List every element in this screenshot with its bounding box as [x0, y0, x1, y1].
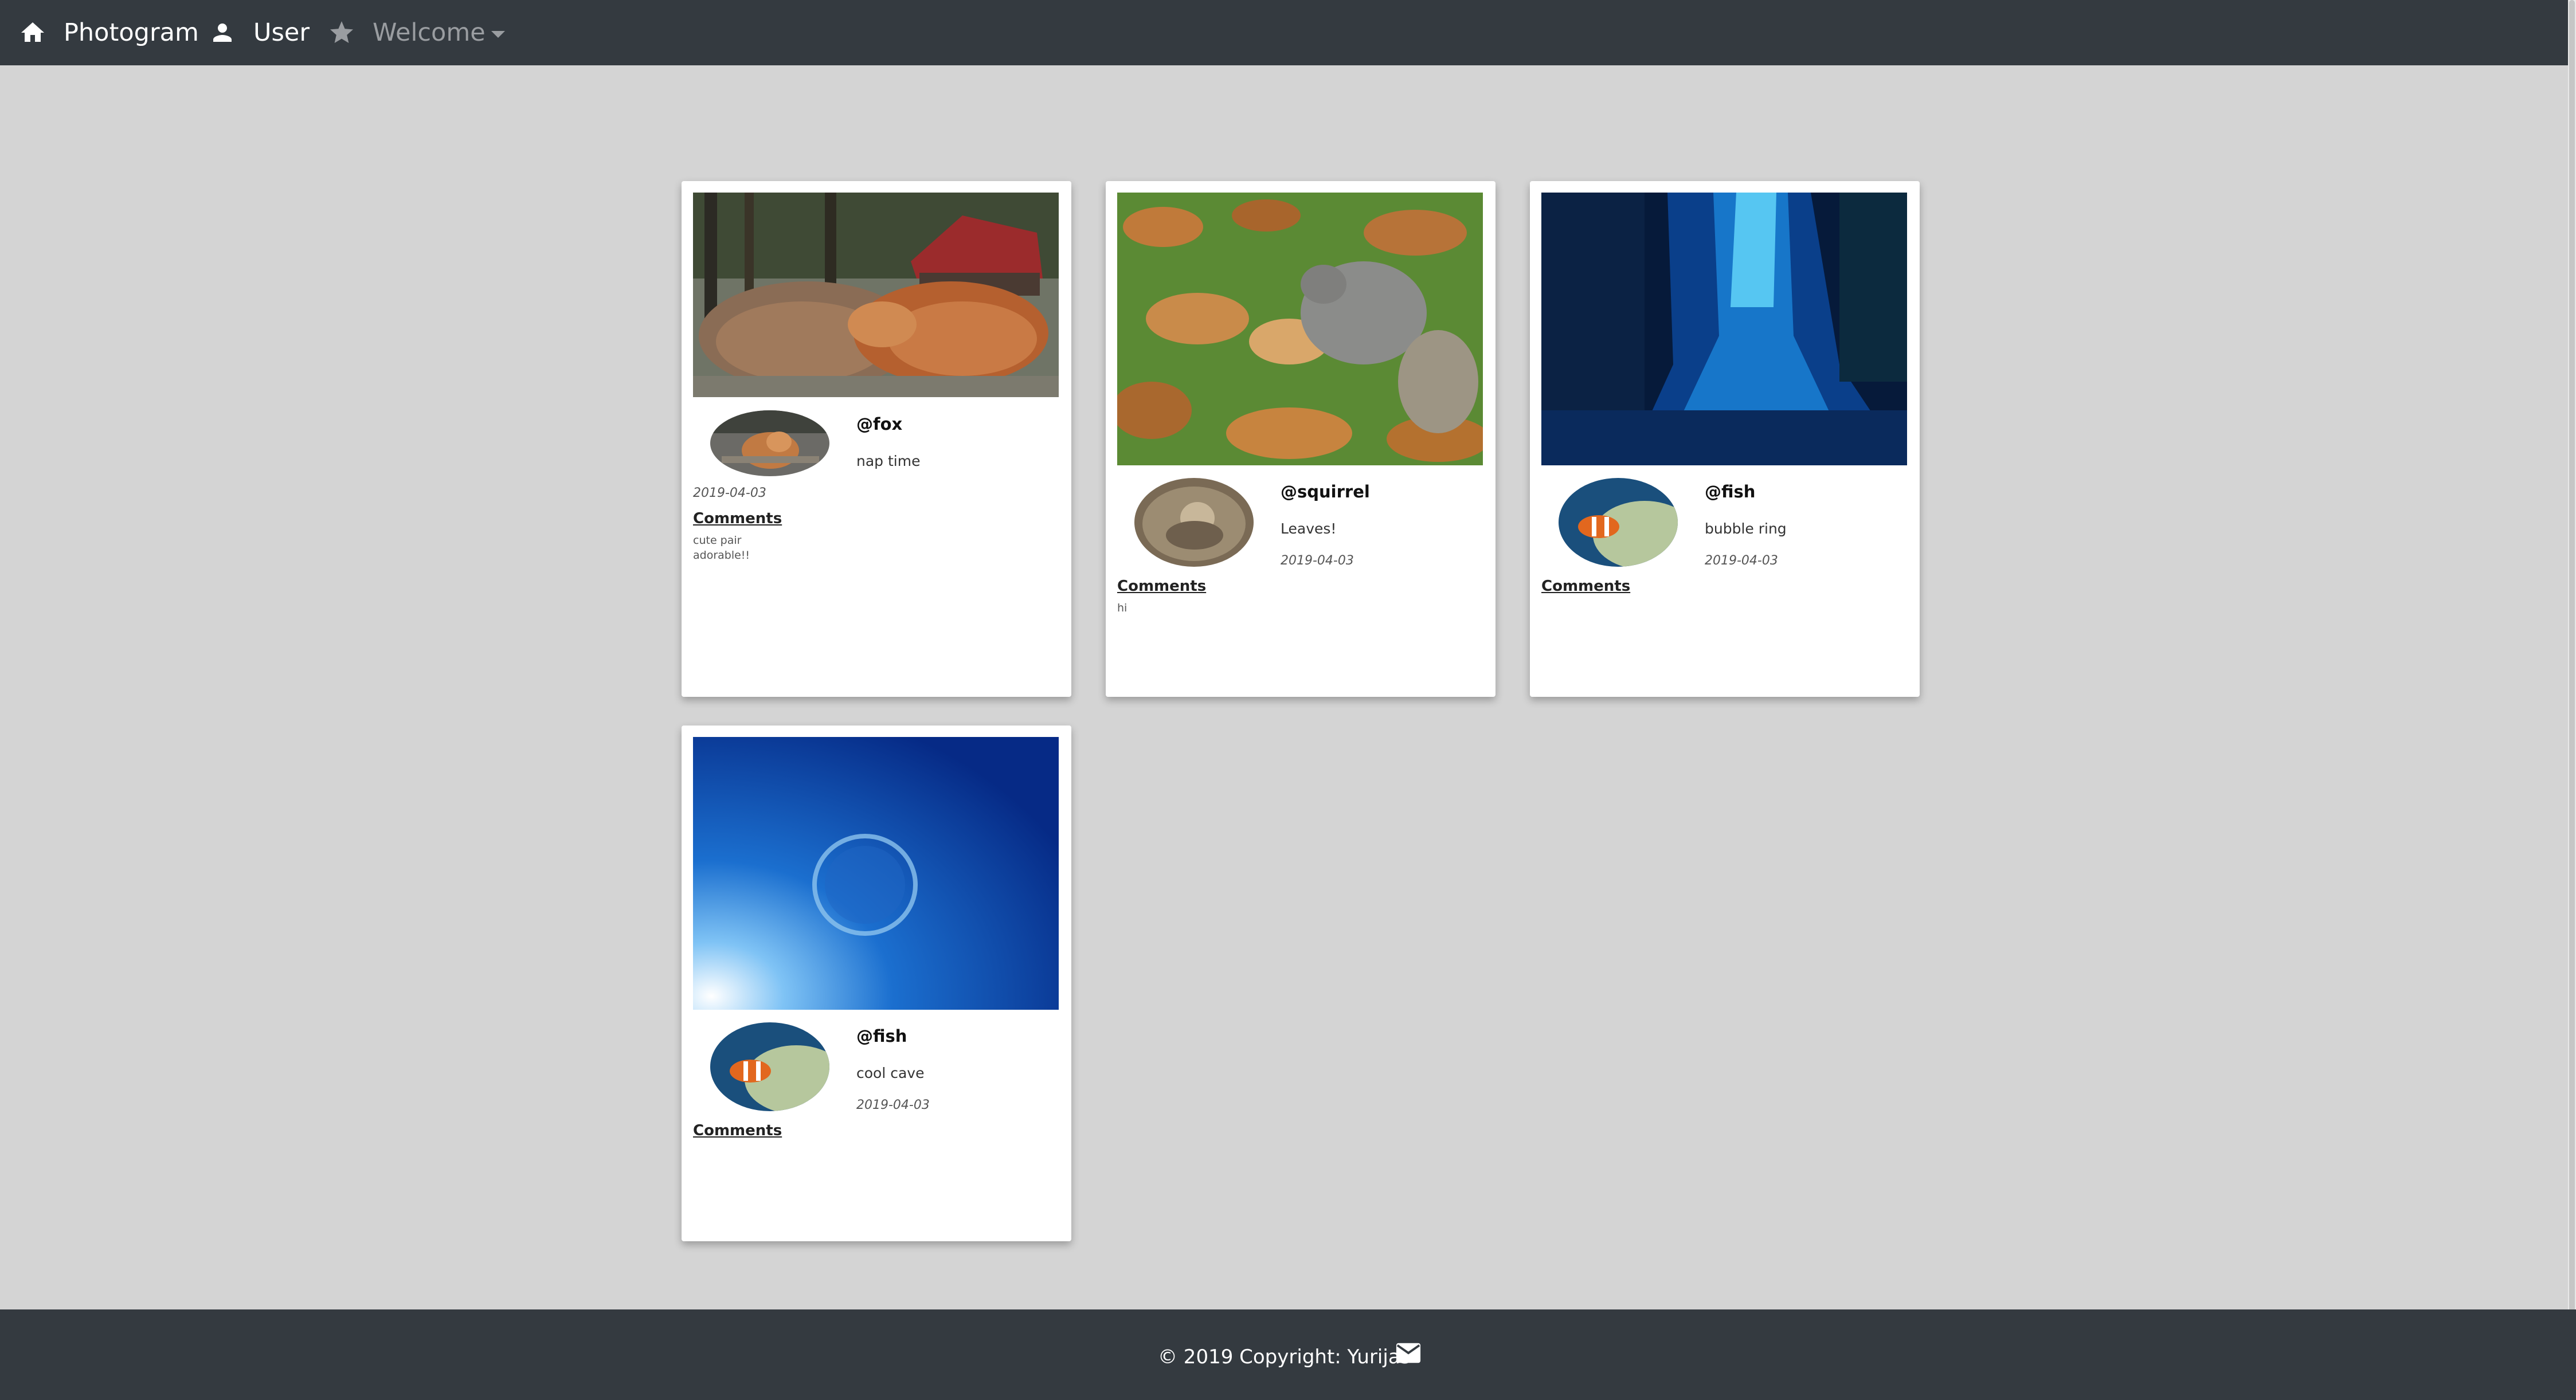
- clownfish-avatar-image: [710, 1022, 829, 1111]
- scrollbar[interactable]: [2568, 0, 2576, 1400]
- comments-link[interactable]: Comments: [693, 510, 782, 527]
- post-card: @squirrel Leaves! 2019-04-03 Comments hi: [1106, 181, 1496, 697]
- squirrel-photo-image: [1117, 193, 1483, 465]
- post-photo-bubble[interactable]: [693, 737, 1059, 1010]
- chevron-down-icon: [491, 31, 505, 38]
- star-icon: [328, 19, 355, 46]
- person-icon: [209, 19, 236, 46]
- avatar[interactable]: [710, 410, 829, 476]
- avatar[interactable]: [1134, 478, 1254, 567]
- post-photo-fox[interactable]: [693, 193, 1059, 397]
- copyright-text: © 2019 Copyright: Yurijas: [1158, 1346, 1411, 1368]
- fox-avatar-image: [710, 410, 829, 476]
- comments-link[interactable]: Comments: [1541, 578, 1630, 595]
- post-date: 2019-04-03: [856, 1098, 930, 1112]
- nav-home-link[interactable]: Photogram: [19, 18, 199, 47]
- post-date: 2019-04-03: [693, 486, 766, 500]
- cave-photo-image: [1541, 193, 1907, 465]
- comments-link[interactable]: Comments: [693, 1122, 782, 1139]
- post-caption: nap time: [856, 453, 921, 469]
- nav-user-link[interactable]: User: [209, 18, 310, 47]
- comments-link[interactable]: Comments: [1117, 578, 1206, 595]
- user-label: User: [253, 18, 310, 47]
- post-username[interactable]: @fox: [856, 414, 902, 434]
- post-caption: cool cave: [856, 1065, 925, 1081]
- scrollbar-thumb[interactable]: [2569, 0, 2575, 1318]
- post-date: 2019-04-03: [1705, 554, 1778, 568]
- avatar[interactable]: [710, 1022, 829, 1111]
- squirrel-avatar-image: [1134, 478, 1254, 567]
- comment-text: adorable!!: [693, 549, 750, 562]
- fox-photo-image: [693, 193, 1059, 397]
- clownfish-avatar-image: [1559, 478, 1678, 567]
- mail-icon[interactable]: [1395, 1342, 1422, 1364]
- post-photo-cave[interactable]: [1541, 193, 1907, 465]
- post-photo-squirrel[interactable]: [1117, 193, 1483, 465]
- nav-welcome-dropdown[interactable]: Welcome: [328, 18, 505, 47]
- comment-text: cute pair: [693, 534, 742, 547]
- post-username[interactable]: @squirrel: [1281, 482, 1370, 501]
- post-card: @fish cool cave 2019-04-03 Comments: [682, 726, 1071, 1241]
- avatar[interactable]: [1559, 478, 1678, 567]
- brand-label: Photogram: [64, 18, 199, 47]
- welcome-label: Welcome: [373, 18, 486, 47]
- post-username[interactable]: @fish: [856, 1026, 907, 1046]
- home-icon: [19, 19, 46, 46]
- post-card: @fish bubble ring 2019-04-03 Comments: [1530, 181, 1920, 697]
- post-caption: Leaves!: [1281, 520, 1337, 537]
- footer: © 2019 Copyright: Yurijas: [0, 1309, 2576, 1400]
- post-card: @fox nap time 2019-04-03 Comments cute p…: [682, 181, 1071, 697]
- comment-text: hi: [1117, 602, 1128, 614]
- post-date: 2019-04-03: [1281, 554, 1354, 568]
- post-caption: bubble ring: [1705, 520, 1787, 537]
- bubble-photo-image: [693, 737, 1059, 1010]
- post-username[interactable]: @fish: [1705, 482, 1755, 501]
- top-navbar: Photogram User Welcome: [0, 0, 2576, 65]
